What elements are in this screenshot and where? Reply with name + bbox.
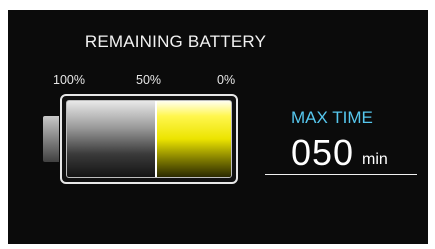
max-time-unit: min	[362, 151, 388, 168]
scale-label-100: 100%	[53, 73, 85, 87]
max-time-readout: 050 min	[265, 132, 417, 175]
max-time-value: 050	[291, 132, 355, 173]
battery-charge-fill	[155, 101, 231, 177]
screen-title: REMAINING BATTERY	[84, 32, 267, 51]
max-time-label: MAX TIME	[291, 108, 373, 127]
battery-gauge	[66, 100, 232, 178]
battery-terminal	[43, 116, 59, 162]
battery-body	[60, 94, 238, 184]
scale-label-50: 50%	[136, 73, 162, 87]
scale-label-0: 0%	[217, 73, 236, 87]
battery-status-screen: REMAINING BATTERY 100% 50% 0% MAX TIME 0…	[8, 10, 428, 244]
battery-icon	[43, 94, 239, 186]
